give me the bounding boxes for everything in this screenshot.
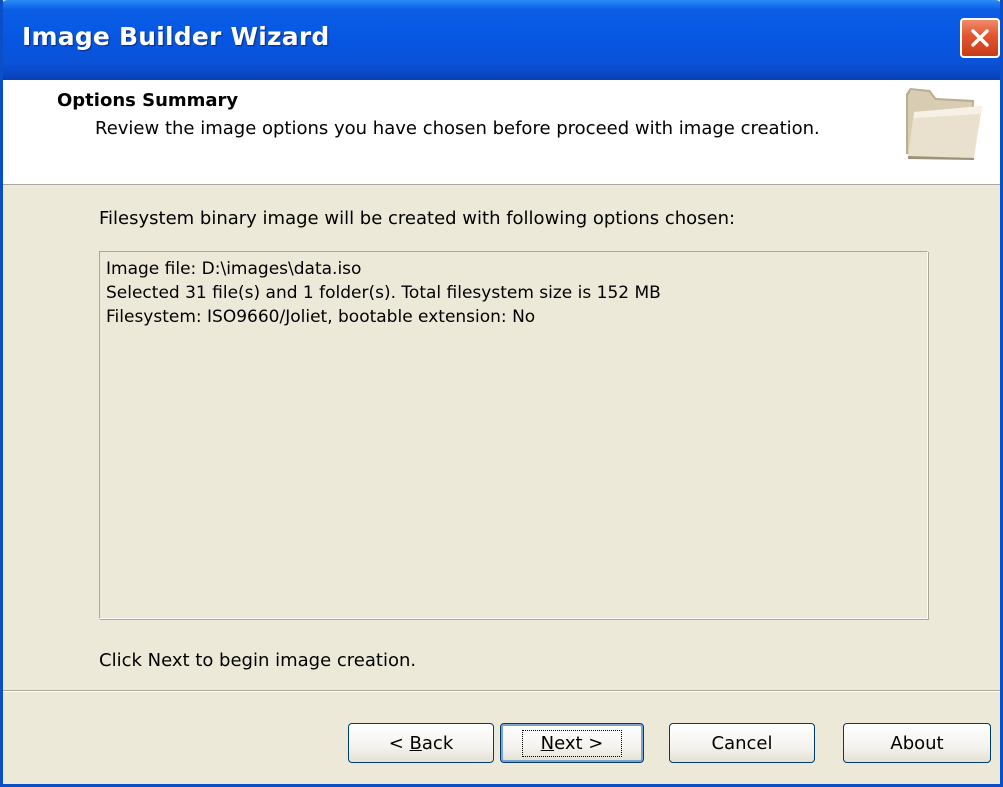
next-button[interactable]: Next > [500, 723, 644, 763]
back-button[interactable]: < Back [348, 723, 494, 763]
summary-line-selection: Selected 31 file(s) and 1 folder(s). Tot… [106, 283, 661, 303]
wizard-window: Image Builder Wizard Options Summary Rev… [0, 0, 1003, 787]
page-title: Options Summary [57, 90, 239, 111]
intro-text: Filesystem binary image will be created … [99, 208, 736, 229]
about-button[interactable]: About [843, 723, 991, 763]
next-button-label: Next > [521, 729, 623, 757]
cancel-button[interactable]: Cancel [669, 723, 815, 763]
window-title: Image Builder Wizard [22, 22, 330, 51]
folder-icon [906, 88, 982, 160]
title-bar[interactable]: Image Builder Wizard [3, 0, 1000, 80]
close-icon [971, 29, 989, 47]
summary-line-image-file: Image file: D:\images\data.iso [106, 259, 362, 279]
close-button[interactable] [960, 18, 1000, 58]
options-summary-box[interactable]: Image file: D:\images\data.iso Selected … [99, 251, 928, 619]
summary-line-filesystem: Filesystem: ISO9660/Joliet, bootable ext… [106, 307, 536, 327]
back-button-label: < Back [388, 732, 454, 754]
wizard-header: Options Summary Review the image options… [3, 80, 1000, 185]
hint-text: Click Next to begin image creation. [99, 650, 417, 671]
page-subtitle: Review the image options you have chosen… [95, 118, 820, 139]
footer-separator [3, 690, 1000, 692]
